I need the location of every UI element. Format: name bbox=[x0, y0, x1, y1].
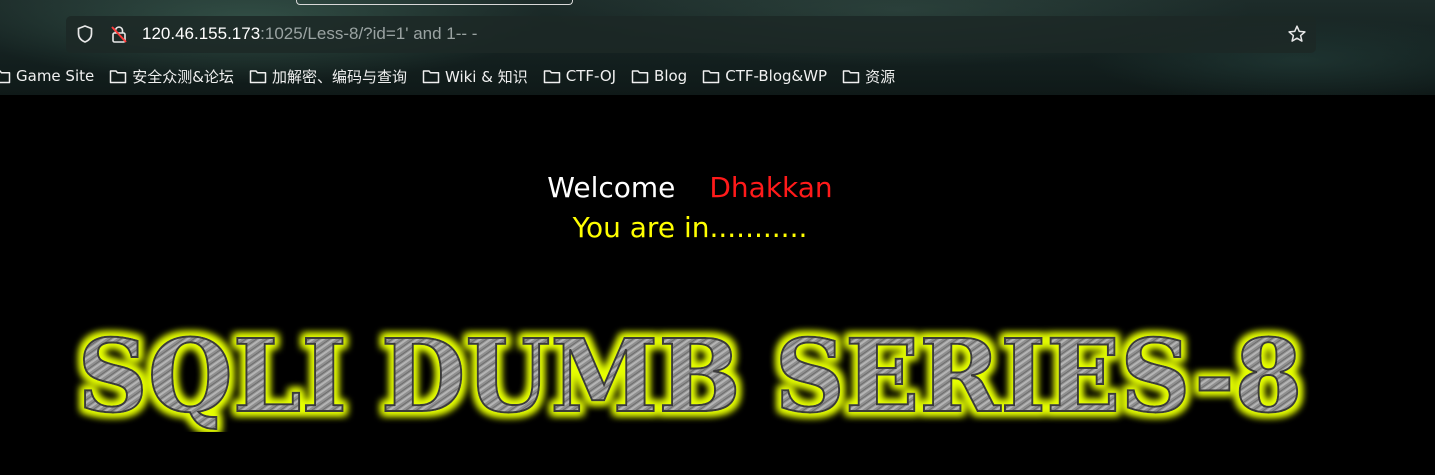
bookmark-game-site[interactable]: Game Site bbox=[0, 67, 94, 85]
bookmark-blog[interactable]: Blog bbox=[631, 67, 687, 85]
folder-icon bbox=[249, 70, 267, 84]
bookmark-label: 资源 bbox=[865, 67, 896, 86]
url-host: 120.46.155.173 bbox=[142, 24, 261, 43]
address-bar[interactable]: 120.46.155.173:1025/Less-8/?id=1' and 1-… bbox=[66, 16, 1316, 53]
welcome-text: Welcome bbox=[547, 171, 676, 204]
status-message: You are in........... bbox=[572, 211, 808, 244]
bookmark-ctf-blog-wp[interactable]: CTF-Blog&WP bbox=[702, 67, 827, 85]
banner-title: SQLI DUMB SERIES-8 bbox=[78, 317, 1303, 432]
sqli-dumb-series-banner: SQLI DUMB SERIES-8 bbox=[77, 317, 1304, 432]
bookmark-security-forum[interactable]: 安全众测&论坛 bbox=[109, 66, 234, 87]
folder-icon bbox=[0, 70, 11, 84]
bookmark-wiki[interactable]: Wiki & 知识 bbox=[422, 66, 528, 87]
insecure-lock-icon[interactable] bbox=[109, 24, 129, 44]
star-icon[interactable] bbox=[1287, 24, 1307, 44]
tab-edge bbox=[296, 0, 573, 5]
folder-icon bbox=[631, 70, 649, 84]
bookmark-label: CTF-OJ bbox=[565, 67, 617, 85]
folder-icon bbox=[842, 70, 860, 84]
page-content: Welcome Dhakkan You are in........... SQ… bbox=[0, 95, 1435, 475]
bookmark-label: 加解密、编码与查询 bbox=[271, 67, 407, 86]
bookmark-label: Blog bbox=[654, 67, 688, 85]
welcome-line: Welcome Dhakkan bbox=[0, 171, 1380, 204]
bookmark-label: CTF-Blog&WP bbox=[725, 67, 828, 85]
folder-icon bbox=[543, 70, 560, 84]
folder-icon bbox=[702, 70, 720, 84]
shield-icon[interactable] bbox=[75, 24, 95, 44]
browser-chrome: 120.46.155.173:1025/Less-8/?id=1' and 1-… bbox=[0, 0, 1435, 95]
bookmark-label: Wiki & 知识 bbox=[444, 67, 528, 86]
bookmark-label: Game Site bbox=[16, 67, 95, 85]
folder-icon bbox=[422, 70, 440, 84]
bookmark-resources[interactable]: 资源 bbox=[842, 66, 895, 87]
user-name: Dhakkan bbox=[709, 171, 833, 204]
bookmark-ctf-oj[interactable]: CTF-OJ bbox=[543, 67, 616, 85]
bookmark-label: 安全众测&论坛 bbox=[132, 67, 234, 86]
bookmark-crypto-tools[interactable]: 加解密、编码与查询 bbox=[249, 66, 407, 87]
url-text[interactable]: 120.46.155.173:1025/Less-8/?id=1' and 1-… bbox=[142, 24, 477, 44]
folder-icon bbox=[109, 70, 127, 84]
bookmarks-bar: Game Site 安全众测&论坛 加解密、编码与查询 Wiki & 知识 CT… bbox=[0, 64, 910, 88]
url-path: :1025/Less-8/?id=1' and 1-- - bbox=[260, 24, 478, 43]
